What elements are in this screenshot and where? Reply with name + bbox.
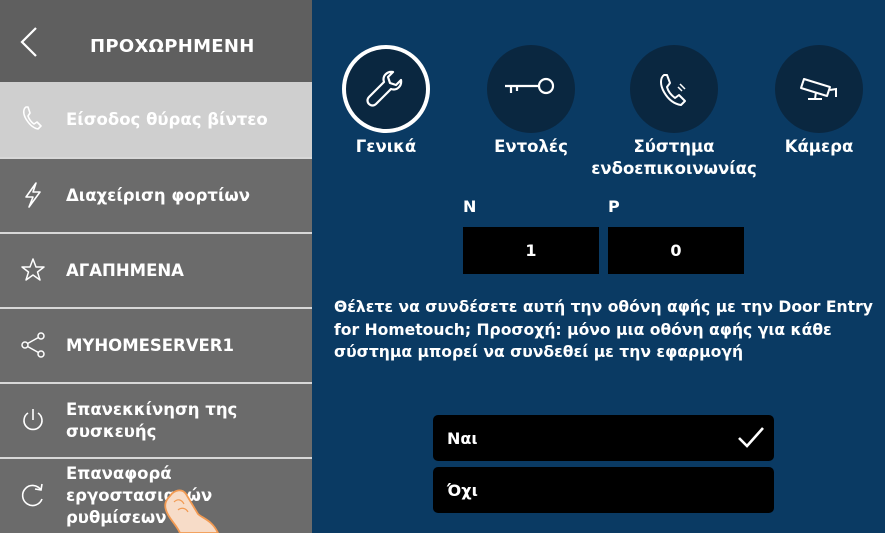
category-commands-button[interactable] xyxy=(487,45,575,133)
lightning-icon xyxy=(25,182,41,208)
category-camera-button[interactable] xyxy=(775,45,863,133)
checkmark-icon xyxy=(738,427,764,448)
sidebar-item-restart-device[interactable]: Επανεκκίνηση της συσκευής xyxy=(0,382,312,457)
sidebar-item-label: Επανεκκίνηση της συσκευής xyxy=(66,399,238,441)
reset-icon xyxy=(21,483,43,507)
sidebar-header: ΠΡΟΧΩΡΗΜΕΝΗ xyxy=(0,0,312,82)
key-icon xyxy=(505,77,555,95)
sidebar-item-label: Διαχείριση φορτίων xyxy=(66,185,250,205)
category-intercom-label: Σύστημα ενδοεπικοινωνίας xyxy=(591,137,757,178)
category-general-button[interactable] xyxy=(342,45,430,133)
category-intercom-button[interactable] xyxy=(630,45,718,133)
p-value-field[interactable]: 0 xyxy=(608,227,744,274)
touch-hand-icon xyxy=(164,489,219,533)
category-camera-label: Κάμερα xyxy=(784,137,854,156)
sidebar-item-load-management[interactable]: Διαχείριση φορτίων xyxy=(0,157,312,232)
sidebar-title: ΠΡΟΧΩΡΗΜΕΝΗ xyxy=(90,36,255,57)
share-icon xyxy=(21,332,45,358)
sidebar-item-myhomeserver[interactable]: MYHOMESERVER1 xyxy=(0,307,312,382)
back-arrow-icon[interactable] xyxy=(14,24,44,60)
sidebar: ΠΡΟΧΩΡΗΜΕΝΗ Είσοδος θύρας βίντεο Διαχείρ… xyxy=(0,0,312,533)
sidebar-item-factory-reset[interactable]: Επαναφορά εργοστασιακών ρυθμίσεων xyxy=(0,457,312,533)
option-yes-label: Ναι xyxy=(447,428,478,448)
power-icon xyxy=(23,409,43,431)
phone-icon xyxy=(22,106,42,130)
camera-icon xyxy=(800,78,837,100)
wrench-icon xyxy=(366,70,403,107)
phone-icon xyxy=(660,74,686,106)
sidebar-item-video-door-entry[interactable]: Είσοδος θύρας βίντεο xyxy=(0,82,312,157)
option-no[interactable]: Όχι xyxy=(433,467,774,513)
n-value-field[interactable]: 1 xyxy=(463,227,599,274)
star-icon xyxy=(21,258,45,281)
option-yes[interactable]: Ναι xyxy=(433,415,774,461)
question-text: Θέλετε να συνδέσετε αυτή την οθόνη αφής … xyxy=(334,298,873,361)
n-label: N xyxy=(463,197,477,216)
category-commands-label: Εντολές xyxy=(494,137,568,156)
p-label: P xyxy=(608,197,620,216)
sidebar-item-label: MYHOMESERVER1 xyxy=(66,335,234,355)
option-no-label: Όχι xyxy=(447,480,478,500)
sidebar-item-label: ΑΓΑΠΗΜΕΝΑ xyxy=(66,260,184,280)
category-general-label: Γενικά xyxy=(355,137,417,156)
sidebar-item-favorites[interactable]: ΑΓΑΠΗΜΕΝΑ xyxy=(0,232,312,307)
sidebar-item-label: Είσοδος θύρας βίντεο xyxy=(66,109,268,129)
